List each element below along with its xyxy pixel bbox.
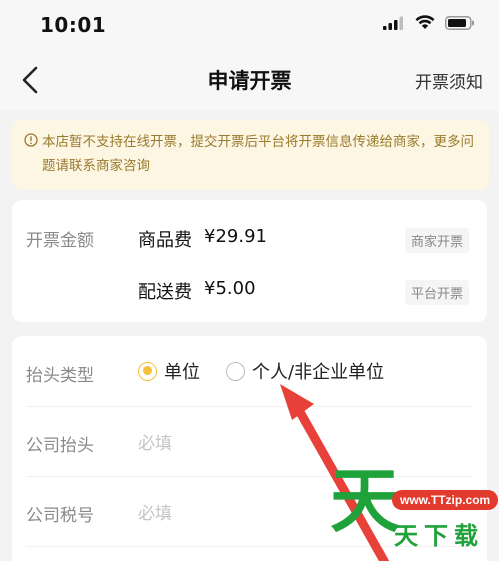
divider	[26, 406, 473, 407]
back-arrow-icon	[22, 66, 38, 94]
company-title-label: 公司抬头	[26, 436, 94, 456]
fee-name: 配送费	[138, 282, 192, 303]
status-bar: 10:01	[0, 0, 499, 50]
fee-value: ¥5.00	[204, 278, 256, 299]
info-icon	[24, 133, 38, 147]
watermark-url: www.TTzip.com	[392, 490, 499, 510]
fee-tag: 平台开票	[404, 280, 469, 305]
notice-text: 本店暂不支持在线开票，提交开票后平台将开票信息传递给商家，更多问题请联系商家咨询	[42, 134, 474, 174]
amount-label: 开票金额	[26, 231, 94, 251]
tax-id-label: 公司税号	[26, 506, 94, 526]
radio-option-company[interactable]: 单位	[138, 358, 200, 384]
battery-icon	[445, 15, 474, 30]
radio-option-personal[interactable]: 个人/非企业单位	[226, 358, 384, 384]
fee-value: ¥29.91	[204, 226, 267, 247]
radio-button-selected[interactable]	[138, 361, 157, 381]
notice-banner: 本店暂不支持在线开票，提交开票后平台将开票信息传递给商家，更多问题请联系商家咨询	[12, 120, 489, 190]
title-type-radio-group: 单位 个人/非企业单位	[138, 358, 410, 384]
watermark-text: 天下载	[394, 522, 484, 550]
status-time: 10:01	[40, 13, 107, 37]
nav-bar: 申请开票 开票须知	[0, 50, 499, 110]
fee-name: 商品费	[138, 230, 192, 251]
radio-button[interactable]	[226, 361, 245, 381]
invoice-amount-card: 开票金额 商品费 ¥29.91 商家开票 配送费 ¥5.00 平台开票	[12, 200, 487, 322]
back-button[interactable]	[12, 62, 48, 98]
fee-tag: 商家开票	[404, 228, 469, 253]
fee-row-goods: 商品费 ¥29.91	[138, 226, 267, 252]
invoice-notice-link[interactable]: 开票须知	[415, 68, 483, 93]
watermark-logo: 天 www.TTzip.com 天下载	[328, 466, 499, 561]
radio-label: 个人/非企业单位	[252, 362, 385, 383]
radio-label: 单位	[164, 362, 200, 383]
wifi-icon	[415, 15, 435, 29]
fee-row-delivery: 配送费 ¥5.00	[138, 278, 256, 304]
signal-icon	[383, 16, 403, 30]
title-type-label: 抬头类型	[26, 366, 94, 386]
status-icons	[383, 15, 475, 30]
company-title-input[interactable]	[138, 429, 458, 459]
watermark-glyph: 天	[330, 460, 400, 542]
